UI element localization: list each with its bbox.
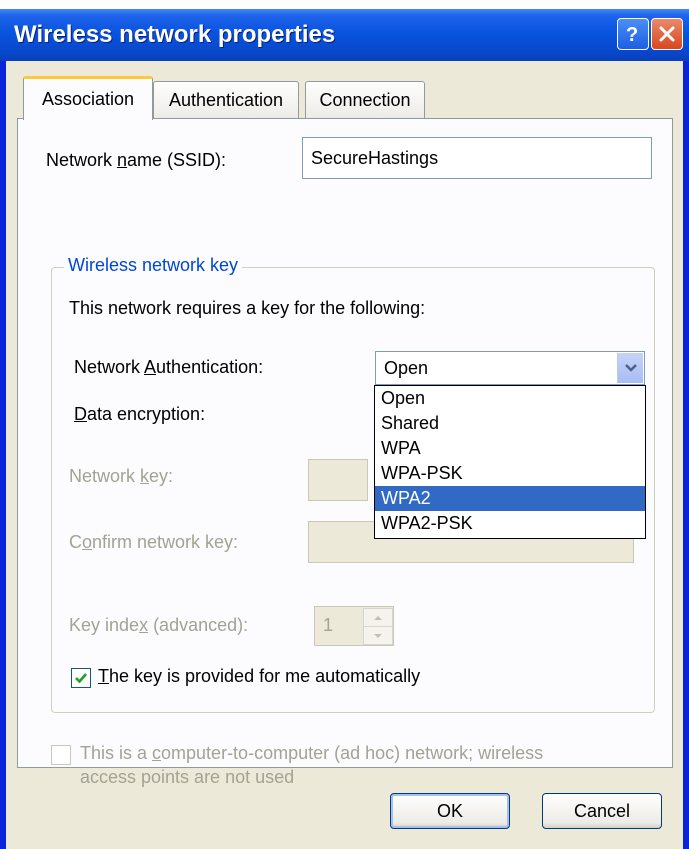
- dropdown-arrow-button[interactable]: [617, 353, 643, 383]
- network-key-input[interactable]: [308, 459, 368, 501]
- spin-down-button[interactable]: [363, 626, 393, 645]
- tab-authentication[interactable]: Authentication: [153, 81, 299, 119]
- auth-option-wpa[interactable]: WPA: [375, 436, 645, 461]
- cancel-button[interactable]: Cancel: [542, 793, 662, 829]
- encryption-label: Data encryption:: [74, 404, 206, 424]
- help-icon: ?: [626, 24, 638, 45]
- spin-up-button[interactable]: [363, 608, 393, 627]
- adhoc-label-line1: This is a computer-to-computer (ad hoc) …: [80, 743, 544, 763]
- auth-option-wpa2[interactable]: WPA2: [375, 486, 645, 511]
- tab-connection[interactable]: Connection: [305, 81, 425, 119]
- ssid-input[interactable]: SecureHastings: [302, 137, 652, 179]
- adhoc-checkbox[interactable]: [51, 745, 71, 765]
- group-title: Wireless network key: [64, 255, 243, 276]
- svg-text:?: ?: [626, 24, 638, 45]
- auth-selected-value: Open: [384, 358, 429, 378]
- title-bar[interactable]: Wireless network properties ?: [0, 9, 689, 61]
- chevron-down-icon: [374, 633, 382, 638]
- ssid-label: Network name (SSID):: [46, 150, 227, 170]
- requires-key-text: This network requires a key for the foll…: [69, 298, 426, 318]
- ok-button[interactable]: OK: [390, 793, 510, 829]
- association-panel: Network name (SSID): SecureHastings Wire…: [17, 118, 673, 787]
- auth-dropdown-list: Open Shared WPA WPA-PSK WPA2 WPA2-PSK: [374, 385, 646, 539]
- window-title: Wireless network properties: [14, 21, 336, 48]
- auto-key-label: The key is provided for me automatically: [98, 666, 421, 686]
- tab-association[interactable]: Association: [23, 76, 153, 120]
- auth-option-wpa-psk[interactable]: WPA-PSK: [375, 461, 645, 486]
- key-index-value: 1: [323, 615, 334, 635]
- tab-strip: Association Authentication Connection: [6, 61, 683, 121]
- auto-key-checkbox[interactable]: [71, 668, 91, 688]
- close-button[interactable]: [651, 18, 683, 50]
- auth-label: Network Authentication:: [74, 357, 264, 377]
- key-index-spinner[interactable]: 1: [314, 606, 394, 646]
- chevron-down-icon: [624, 364, 637, 372]
- chevron-up-icon: [374, 615, 382, 620]
- dialog-window: Wireless network properties ? Associatio…: [0, 9, 689, 849]
- checkmark-icon: [75, 673, 87, 684]
- auth-select[interactable]: Open: [375, 351, 645, 385]
- close-icon: [659, 26, 675, 42]
- network-key-label: Network key:: [69, 466, 174, 486]
- adhoc-label-line2: access points are not used: [80, 767, 295, 787]
- auth-option-open[interactable]: Open: [375, 386, 645, 411]
- help-button[interactable]: ?: [617, 18, 649, 50]
- confirm-key-label: Confirm network key:: [69, 532, 239, 552]
- dialog-client: Association Authentication Connection Ne…: [6, 61, 683, 849]
- auth-option-wpa2-psk[interactable]: WPA2-PSK: [375, 511, 645, 536]
- key-index-label: Key index (advanced):: [69, 615, 249, 635]
- auth-option-shared[interactable]: Shared: [375, 411, 645, 436]
